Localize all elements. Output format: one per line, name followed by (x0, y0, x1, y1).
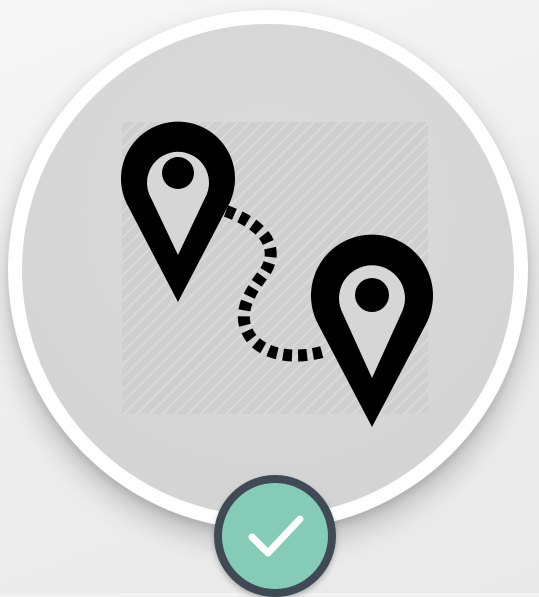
dashed-route-line (223, 205, 324, 362)
checkmark-badge[interactable] (214, 475, 336, 597)
checkmark-badge-fill (222, 483, 328, 589)
checkmark-icon (248, 515, 304, 557)
map-pin-icon-end (311, 234, 433, 427)
map-pin-icon-start (120, 121, 235, 302)
